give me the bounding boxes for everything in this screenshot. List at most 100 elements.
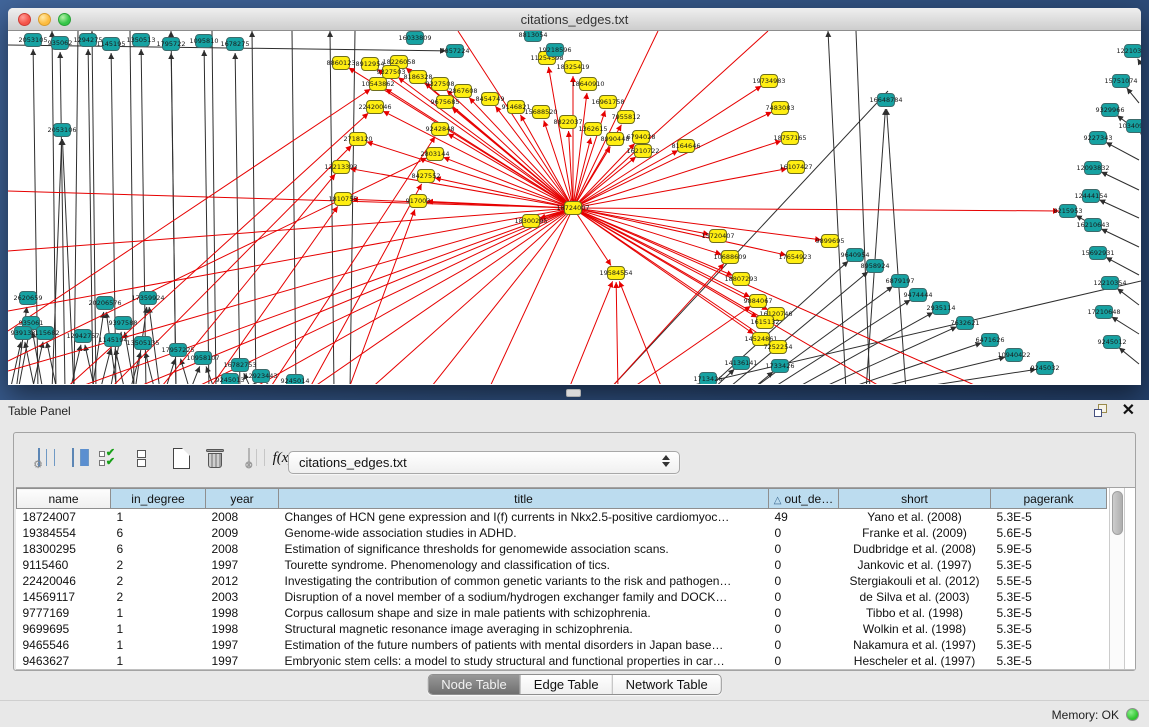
table-cell: 5.6E-5	[991, 525, 1107, 541]
citation-edge-black[interactable]	[1127, 88, 1139, 103]
citation-edge-red[interactable]	[608, 264, 724, 384]
citation-edge-red[interactable]	[573, 208, 1059, 211]
citation-edge-red[interactable]	[616, 282, 618, 384]
citation-edge-black[interactable]	[292, 31, 296, 384]
column-header-name[interactable]: name	[17, 489, 111, 509]
citation-edge-red[interactable]	[8, 191, 573, 208]
citation-edge-black[interactable]	[887, 109, 906, 384]
memory-status-icon[interactable]	[1126, 708, 1139, 721]
citation-edge-black[interactable]	[791, 312, 933, 384]
citation-edge-black[interactable]	[1119, 348, 1139, 364]
close-window-button[interactable]	[18, 13, 31, 26]
citation-edge-red[interactable]	[573, 93, 587, 208]
citation-edge-red[interactable]	[8, 158, 427, 361]
table-row[interactable]: 2242004622012Investigating the contribut…	[17, 573, 1107, 589]
minimize-window-button[interactable]	[38, 13, 51, 26]
panel-resize-grip[interactable]	[566, 389, 581, 397]
table-row[interactable]: 946362711997Embryonic stem cells: a mode…	[17, 653, 1107, 669]
citation-edge-black[interactable]	[212, 31, 216, 384]
graph-node-label: 7632621	[951, 319, 980, 327]
column-header-year[interactable]: year	[206, 489, 279, 509]
table-row[interactable]: 1938455462009Genome-wide association stu…	[17, 525, 1107, 541]
dropdown-arrows-icon	[662, 455, 671, 467]
citation-edge-black[interactable]	[330, 31, 334, 384]
citation-edge-black[interactable]	[130, 31, 134, 384]
citation-edge-black[interactable]	[252, 31, 256, 384]
graph-node-label: 20206576	[88, 299, 121, 307]
table-row[interactable]: 946554611997Estimation of the future num…	[17, 637, 1107, 653]
column-header-out_de[interactable]: △out_de…	[769, 489, 839, 509]
citation-edge-red[interactable]	[573, 208, 709, 234]
table-scrollbar-thumb[interactable]	[1112, 491, 1123, 535]
table-cell: 1997	[206, 653, 279, 669]
table-cell: 19384554	[17, 525, 111, 541]
column-header-short[interactable]: short	[839, 489, 991, 509]
citation-edge-black[interactable]	[235, 53, 240, 384]
citation-edge-red[interactable]	[619, 281, 663, 384]
citation-edge-red[interactable]	[383, 111, 573, 208]
citation-edge-red[interactable]	[8, 208, 573, 311]
column-header-in_degree[interactable]: in_degree	[111, 489, 206, 509]
citation-edge-black[interactable]	[145, 352, 155, 384]
graph-node-label: 10940422	[997, 351, 1030, 359]
table-row[interactable]: 1872400712008Changes of HCN gene express…	[17, 509, 1107, 525]
window-titlebar[interactable]: citations_edges.txt	[8, 8, 1141, 31]
citation-edge-black[interactable]	[267, 383, 273, 384]
citation-edge-red[interactable]	[188, 208, 573, 384]
show-columns-icon[interactable]	[58, 443, 88, 473]
citation-edge-black[interactable]	[895, 369, 1036, 384]
select-columns-icon[interactable]: ✔✔	[92, 443, 122, 473]
citation-edge-black[interactable]	[1101, 172, 1139, 190]
citation-edge-red[interactable]	[568, 281, 613, 384]
column-header-title[interactable]: title	[279, 489, 769, 509]
citation-edge-black[interactable]	[1112, 317, 1139, 334]
table-row[interactable]: 911546021997Tourette syndrome. Phenomeno…	[17, 557, 1107, 573]
tab-edge-table[interactable]: Edge Table	[520, 675, 612, 694]
citation-edge-black[interactable]	[190, 366, 200, 384]
table-row[interactable]: 969969511998Structural magnetic resonanc…	[17, 621, 1107, 637]
citation-edge-black[interactable]	[171, 53, 176, 384]
application-root: citations_edges.txt 18724007886012389129…	[0, 0, 1149, 727]
citation-edge-red[interactable]	[628, 306, 751, 384]
zoom-window-button[interactable]	[58, 13, 71, 26]
citation-edge-black[interactable]	[1106, 257, 1139, 275]
citation-edge-black[interactable]	[1106, 142, 1139, 160]
graph-node-label: 1362615	[579, 125, 608, 133]
citation-edge-black[interactable]	[92, 312, 104, 384]
citation-edge-black[interactable]	[1138, 59, 1141, 76]
table-mode-icon[interactable]: ⚙	[24, 443, 54, 473]
sort-ascending-icon: △	[774, 495, 782, 506]
citation-edge-black[interactable]	[864, 357, 1005, 384]
table-row[interactable]: 977716911998Corpus callosum shape and si…	[17, 605, 1107, 621]
row-height-icon[interactable]	[126, 443, 156, 473]
close-panel-icon[interactable]: ✕	[1122, 402, 1135, 420]
graph-node-label: 18807293	[724, 275, 757, 283]
citation-edge-black[interactable]	[840, 343, 981, 384]
float-panel-icon[interactable]	[1094, 404, 1109, 419]
citation-edge-red[interactable]	[573, 208, 721, 254]
delete-table-icon[interactable]	[200, 443, 230, 473]
tab-network-table[interactable]: Network Table	[612, 675, 721, 694]
new-table-icon[interactable]	[166, 443, 196, 473]
citation-edge-black[interactable]	[141, 49, 146, 384]
citation-edge-black[interactable]	[828, 31, 846, 384]
citation-edge-black[interactable]	[1099, 200, 1139, 218]
citation-edge-red[interactable]	[573, 138, 591, 208]
citation-edge-red[interactable]	[248, 208, 573, 384]
tab-node-table[interactable]: Node Table	[428, 675, 520, 694]
citation-edge-red[interactable]	[308, 208, 573, 384]
table-row[interactable]: 1830029562008Estimation of significance …	[17, 541, 1107, 557]
table-selector-dropdown[interactable]: citations_edges.txt	[288, 451, 680, 474]
table-scrollbar[interactable]	[1109, 488, 1125, 670]
table-cell: Changes of HCN gene expression and I(f) …	[279, 509, 769, 525]
column-header-pagerank[interactable]: pagerank	[991, 489, 1107, 509]
citation-edge-red[interactable]	[8, 208, 573, 371]
table-cell: 49	[769, 509, 839, 525]
citation-edge-black[interactable]	[1101, 229, 1139, 247]
citation-edge-black[interactable]	[1117, 288, 1139, 305]
citation-edge-red[interactable]	[368, 208, 573, 384]
network-graph-canvas[interactable]: 1872400788601238912954182260589327503818…	[8, 31, 1141, 384]
table-row[interactable]: 1456911722003Disruption of a novel membe…	[17, 589, 1107, 605]
citation-edge-black[interactable]	[856, 31, 870, 384]
graph-node-label: 7955812	[612, 113, 641, 121]
